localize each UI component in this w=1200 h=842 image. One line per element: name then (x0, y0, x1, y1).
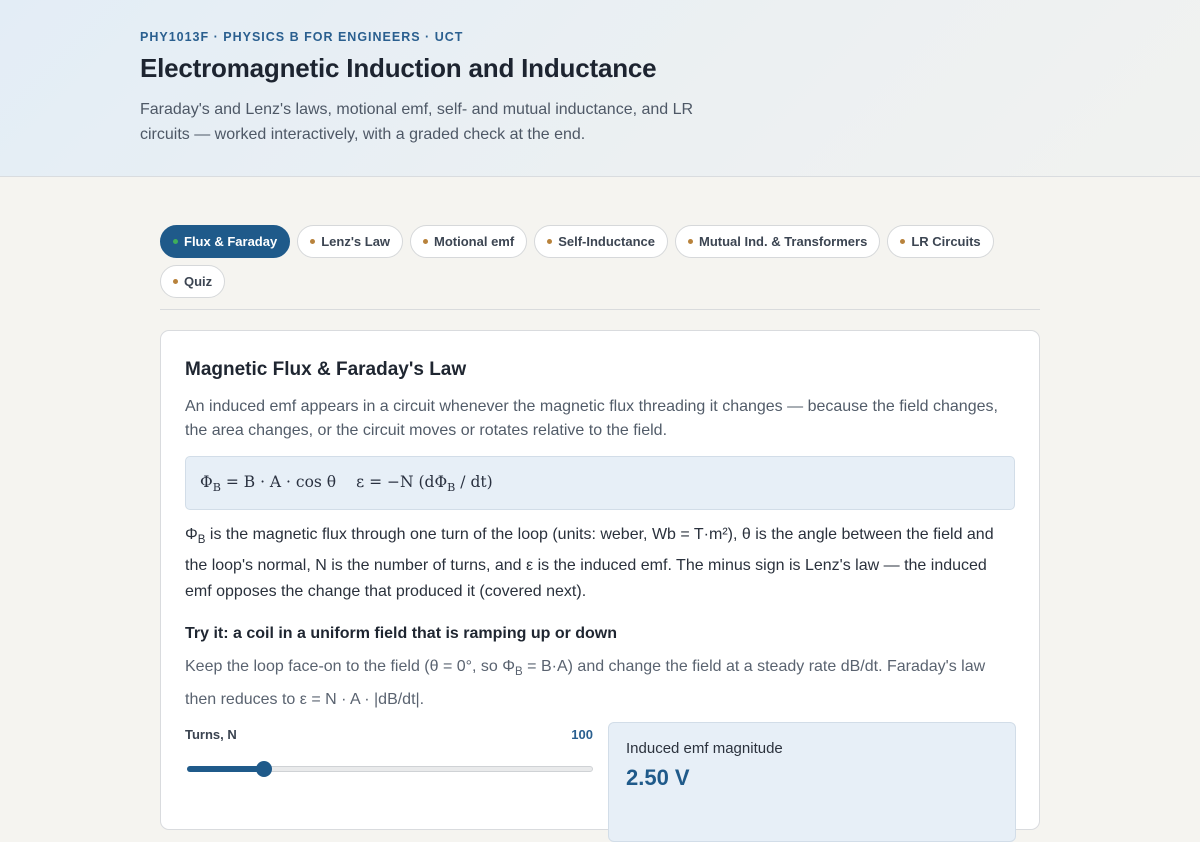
status-dot-icon (423, 239, 429, 244)
emf-result-panel: Induced emf magnitude 2.50 V (608, 722, 1016, 842)
tab-label: Motional emf (434, 234, 515, 249)
section-lead: An induced emf appears in a circuit when… (185, 398, 998, 439)
section-title: Magnetic Flux & Faraday's Law (185, 359, 467, 380)
tab-flux-faraday[interactable]: Flux & Faraday (160, 225, 291, 258)
tab-label: Mutual Ind. & Transformers (699, 234, 868, 249)
status-dot-icon (173, 279, 178, 284)
slider-thumb[interactable] (255, 761, 272, 777)
tab-self-inductance[interactable]: Self-Inductance (534, 225, 668, 258)
turns-control: Turns, N 100 (185, 727, 593, 777)
tab-label: LR Circuits (911, 234, 981, 249)
topic-tabs: Flux & Faraday Lenz's Law Motional emf Self… (160, 225, 1040, 298)
page-subtitle: Faraday's and Lenz's laws, motional emf,… (140, 101, 694, 143)
status-dot-icon (900, 239, 906, 244)
emf-formula: ε = −N (dΦB / dt) (356, 472, 493, 494)
page-header: PHY1013F · PHYSICS B FOR ENGINEERS · UCT… (0, 0, 1200, 177)
try-it-hint: Keep the loop face-on to the field (θ = … (185, 658, 986, 709)
turns-value: 100 (571, 727, 593, 742)
slider-fill (187, 766, 264, 772)
tab-motional-emf[interactable]: Motional emf (410, 225, 528, 258)
tab-lenz-s-law[interactable]: Lenz's Law (297, 225, 404, 258)
tab-mutual-ind-transformers[interactable]: Mutual Ind. & Transformers (675, 225, 881, 258)
content-card: Magnetic Flux & Faraday's Law An induced… (160, 330, 1040, 842)
turns-slider[interactable] (185, 761, 593, 777)
tab-label: Flux & Faraday (184, 234, 278, 249)
tab-label: Lenz's Law (321, 234, 391, 249)
tab-quiz[interactable]: Quiz (160, 265, 226, 298)
page-title: Electromagnetic Induction and Inductance (140, 53, 657, 83)
course-eyebrow: PHY1013F · PHYSICS B FOR ENGINEERS · UCT (140, 30, 464, 44)
status-dot-icon (310, 239, 316, 244)
tabs-divider (160, 309, 1040, 310)
result-label: Induced emf magnitude (626, 740, 783, 757)
status-dot-icon (547, 239, 553, 244)
result-value: 2.50 V (626, 765, 690, 790)
tab-label: Self-Inductance (558, 234, 655, 249)
tab-label: Quiz (184, 274, 213, 289)
status-dot-icon (688, 239, 693, 244)
tab-lr-circuits[interactable]: LR Circuits (887, 225, 994, 258)
try-it-title: Try it: a coil in a uniform field that i… (185, 625, 618, 643)
flux-formula: ΦB = B · A · cos θ (200, 472, 337, 494)
status-dot-icon (173, 239, 178, 244)
formula-description: ΦB is the magnetic flux through one turn… (185, 526, 994, 601)
formula-box: ΦB = B · A · cos θ ε = −N (dΦB / dt) (185, 456, 1015, 510)
turns-label: Turns, N (185, 727, 237, 742)
